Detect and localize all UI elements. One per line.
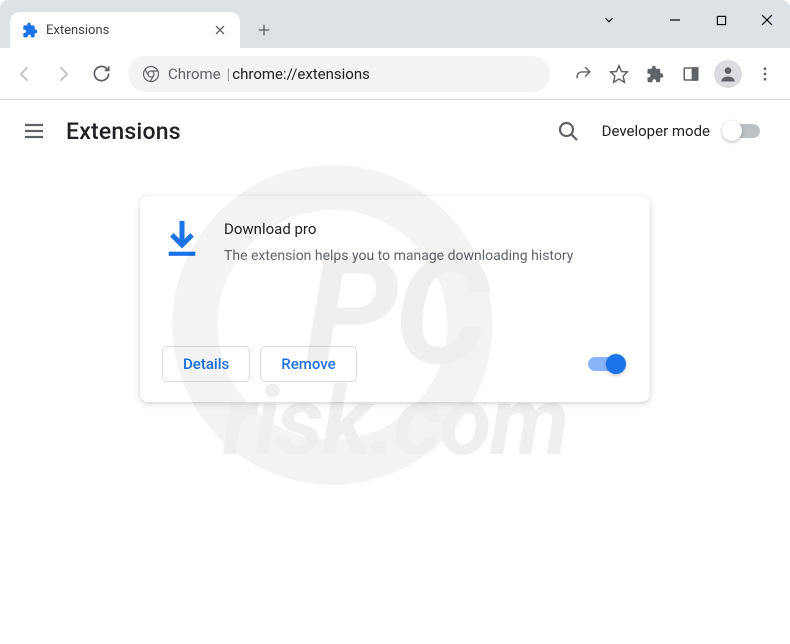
new-tab-button[interactable]: [250, 16, 278, 44]
close-icon[interactable]: [212, 22, 228, 38]
toggle-knob: [722, 121, 742, 141]
close-window-button[interactable]: [744, 0, 790, 40]
forward-button[interactable]: [46, 57, 80, 91]
share-icon[interactable]: [566, 57, 600, 91]
content-area: Download pro The extension helps you to …: [0, 162, 790, 402]
developer-mode-toggle[interactable]: [724, 124, 760, 138]
extension-name: Download pro: [224, 220, 628, 238]
address-bar[interactable]: Chrome | chrome://extensions: [128, 56, 550, 92]
profile-avatar[interactable]: [714, 60, 742, 88]
toolbar: Chrome | chrome://extensions: [0, 48, 790, 100]
omnibox-url: chrome://extensions: [232, 65, 370, 83]
titlebar: Extensions: [0, 0, 790, 48]
developer-mode-label: Developer mode: [602, 122, 710, 140]
toggle-knob: [606, 354, 626, 374]
page-title: Extensions: [66, 118, 181, 145]
minimize-button[interactable]: [652, 0, 698, 40]
search-icon[interactable]: [556, 119, 580, 143]
download-icon: [162, 220, 202, 260]
extension-enable-toggle[interactable]: [588, 357, 624, 371]
tab-overflow-button[interactable]: [586, 13, 632, 27]
tab-extensions[interactable]: Extensions: [10, 12, 240, 48]
chrome-icon: [142, 65, 160, 83]
star-icon[interactable]: [602, 57, 636, 91]
window-controls: [586, 0, 790, 40]
reload-button[interactable]: [84, 57, 118, 91]
hamburger-icon[interactable]: [22, 119, 46, 143]
puzzle-icon: [22, 22, 38, 38]
omnibox-prefix: Chrome: [168, 65, 221, 83]
toolbar-actions: [566, 57, 782, 91]
browser-window: Extensions: [0, 0, 790, 644]
back-button[interactable]: [8, 57, 42, 91]
tab-title: Extensions: [46, 23, 212, 38]
remove-button[interactable]: Remove: [260, 346, 356, 382]
page-header: Extensions Developer mode: [0, 100, 790, 162]
details-button[interactable]: Details: [162, 346, 250, 382]
extensions-icon[interactable]: [638, 57, 672, 91]
maximize-button[interactable]: [698, 0, 744, 40]
omnibox-divider: |: [227, 65, 231, 83]
extension-card: Download pro The extension helps you to …: [140, 196, 650, 402]
kebab-menu-icon[interactable]: [748, 57, 782, 91]
extension-description: The extension helps you to manage downlo…: [224, 246, 628, 266]
sidepanel-icon[interactable]: [674, 57, 708, 91]
